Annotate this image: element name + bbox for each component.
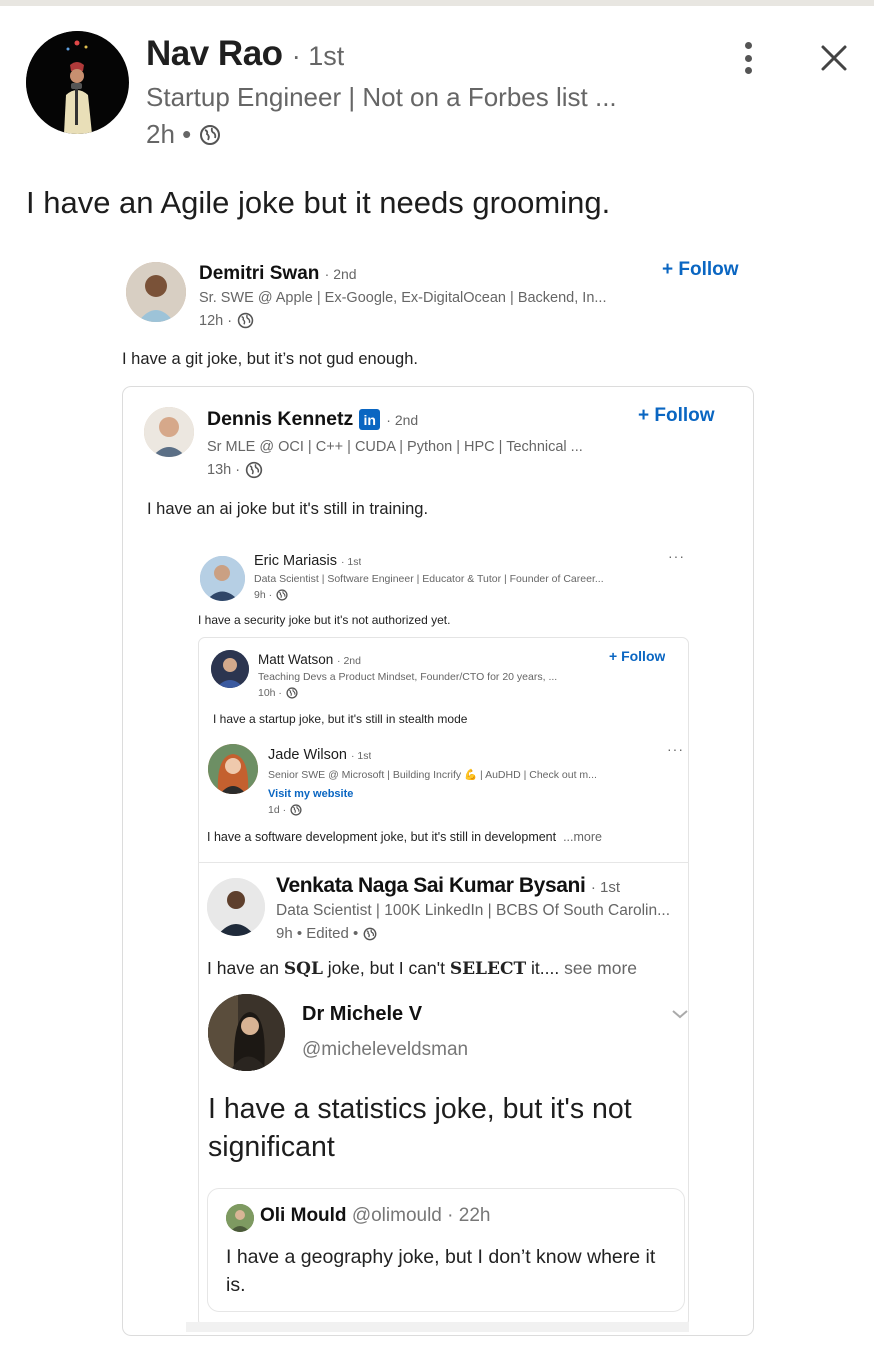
demitri-post-text: I have a git joke, but it’s not gud enou…: [122, 350, 418, 368]
close-icon: [821, 45, 847, 71]
close-button[interactable]: [816, 40, 852, 76]
oli-name[interactable]: Oli Mould: [260, 1205, 347, 1226]
chevron-down-icon: [672, 1010, 688, 1019]
matt-time-text: 10h ·: [258, 687, 282, 699]
michele-handle[interactable]: @micheleveldsman: [302, 1039, 468, 1061]
demitri-degree: · 2nd: [324, 266, 357, 282]
demitri-headline: Sr. SWE @ Apple | Ex-Google, Ex-DigitalO…: [199, 290, 607, 306]
venkata-text-3: it....: [526, 958, 560, 978]
venkata-time-text: 9h • Edited •: [276, 925, 359, 942]
matt-headline: Teaching Devs a Product Mindset, Founder…: [258, 671, 558, 683]
venkata-name-text[interactable]: Venkata Naga Sai Kumar Bysani: [276, 874, 586, 897]
eric-name-text[interactable]: Eric Mariasis: [254, 553, 337, 569]
author-headline: Startup Engineer | Not on a Forbes list …: [146, 82, 617, 112]
globe-icon: [290, 804, 302, 816]
dennis-post-text: I have an ai joke but it's still in trai…: [147, 500, 429, 518]
venkata-text-1: I have an: [207, 958, 284, 978]
venkata-post-text: I have an SQL joke, but I can't SELECT i…: [207, 958, 637, 979]
linkedin-badge-icon: in: [359, 409, 381, 430]
venkata-text-2: joke, but I can't: [322, 958, 450, 978]
post-time-text: 2h •: [146, 119, 192, 149]
post-body-text: I have an Agile joke but it needs groomi…: [26, 185, 611, 220]
bottom-strip: [186, 1322, 689, 1332]
jade-name-text[interactable]: Jade Wilson: [268, 747, 347, 763]
eric-time: 9h ·: [254, 589, 288, 601]
jade-post-text-body: I have a software development joke, but …: [207, 830, 557, 844]
oli-tweet-text: I have a geography joke, but I don’t kno…: [226, 1246, 656, 1296]
jade-headline: Senior SWE @ Microsoft | Building Incrif…: [268, 769, 597, 781]
follow-button-demitri[interactable]: + Follow: [662, 259, 739, 281]
venkata-degree: · 1st: [590, 879, 621, 896]
venkata-time: 9h • Edited •: [276, 925, 377, 942]
dennis-headline: Sr MLE @ OCI | C++ | CUDA | Python | HPC…: [207, 439, 583, 455]
follow-button-matt[interactable]: + Follow: [609, 648, 665, 664]
jade-post-text: I have a software development joke, but …: [207, 830, 602, 844]
post-time: 2h •: [146, 119, 221, 150]
author-avatar[interactable]: [26, 31, 129, 134]
more-options-button[interactable]: [733, 40, 763, 76]
globe-icon: [245, 461, 263, 479]
demitri-time: 12h ·: [199, 312, 254, 329]
more-vertical-icon: [744, 42, 752, 49]
michele-tweet-text: I have a statistics joke, but it's not s…: [208, 1093, 632, 1163]
top-bar: [0, 0, 874, 6]
author-name[interactable]: Nav Rao · 1st: [146, 34, 344, 74]
globe-icon: [200, 124, 221, 145]
author-degree: · 1st: [291, 41, 345, 71]
globe-icon: [363, 927, 377, 940]
dennis-name-text[interactable]: Dennis Kennetz: [207, 408, 353, 431]
michele-avatar[interactable]: [208, 994, 285, 1071]
venkata-text-sql: SQL: [283, 959, 323, 979]
eric-name[interactable]: Eric Mariasis · 1st: [254, 553, 361, 569]
eric-avatar[interactable]: [200, 556, 245, 601]
globe-icon: [237, 312, 254, 329]
divider: [198, 862, 689, 863]
jade-time-text: 1d ·: [268, 804, 287, 816]
dennis-name[interactable]: Dennis Kennetz in · 2nd: [207, 408, 418, 431]
jade-see-more-link[interactable]: ...more: [563, 830, 602, 844]
eric-post-text: I have a security joke but it's not auth…: [198, 613, 451, 627]
jade-more-button[interactable]: ···: [667, 741, 684, 757]
oli-header[interactable]: Oli Mould @olimould · 22h: [260, 1205, 490, 1227]
author-name-text[interactable]: Nav Rao: [146, 34, 283, 73]
venkata-headline: Data Scientist | 100K LinkedIn | BCBS Of…: [276, 902, 671, 919]
matt-name-text[interactable]: Matt Watson: [258, 652, 333, 667]
matt-avatar[interactable]: [211, 650, 249, 688]
jade-website-link[interactable]: Visit my website: [268, 788, 353, 800]
venkata-name[interactable]: Venkata Naga Sai Kumar Bysani · 1st: [276, 874, 620, 898]
matt-time: 10h ·: [258, 687, 298, 699]
matt-post-text: I have a startup joke, but it's still in…: [213, 712, 468, 726]
demitri-time-text: 12h ·: [199, 312, 233, 329]
dennis-time-text: 13h ·: [207, 462, 241, 478]
oli-handle[interactable]: @olimould · 22h: [352, 1205, 491, 1226]
jade-avatar[interactable]: [208, 744, 258, 794]
dennis-avatar[interactable]: [144, 407, 194, 457]
venkata-text-select: SELECT: [449, 959, 527, 979]
dennis-time: 13h ·: [207, 461, 263, 479]
eric-degree: · 1st: [341, 556, 362, 568]
matt-degree: · 2nd: [337, 655, 361, 667]
matt-name[interactable]: Matt Watson · 2nd: [258, 652, 361, 667]
jade-name[interactable]: Jade Wilson · 1st: [268, 747, 371, 763]
eric-headline: Data Scientist | Software Engineer | Edu…: [254, 573, 604, 585]
eric-more-button[interactable]: ···: [668, 548, 685, 564]
globe-icon: [286, 687, 298, 699]
globe-icon: [276, 589, 288, 601]
venkata-avatar[interactable]: [207, 878, 265, 936]
demitri-name-text[interactable]: Demitri Swan: [199, 263, 319, 284]
demitri-avatar[interactable]: [126, 262, 186, 322]
demitri-name[interactable]: Demitri Swan · 2nd: [199, 263, 357, 285]
jade-degree: · 1st: [351, 750, 372, 762]
oli-avatar[interactable]: [226, 1204, 254, 1232]
jade-time: 1d ·: [268, 804, 302, 816]
dennis-degree: · 2nd: [386, 411, 419, 428]
follow-button-dennis[interactable]: + Follow: [638, 405, 715, 427]
venkata-see-more-link[interactable]: see more: [559, 958, 637, 978]
eric-time-text: 9h ·: [254, 589, 273, 601]
tweet-options-button[interactable]: [671, 1007, 689, 1021]
michele-name[interactable]: Dr Michele V: [302, 1003, 422, 1026]
